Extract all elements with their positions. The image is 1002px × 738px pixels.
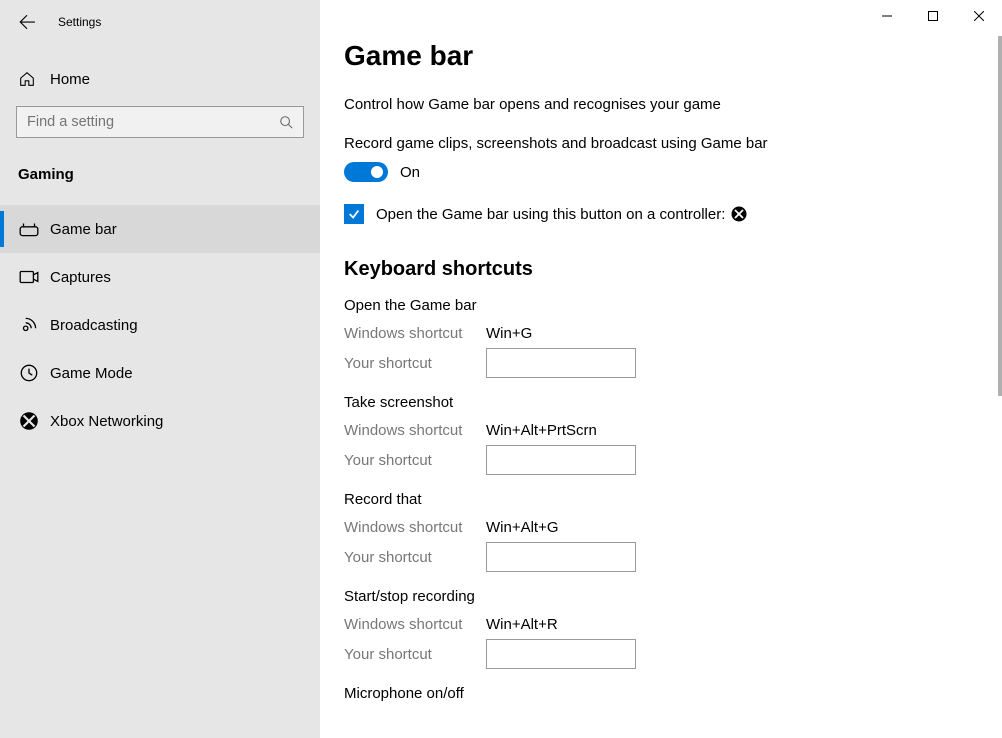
page-title: Game bar xyxy=(344,40,1002,72)
game-mode-icon xyxy=(18,362,40,384)
toggle-row: On xyxy=(344,162,1002,182)
close-button[interactable] xyxy=(956,0,1002,32)
home-icon xyxy=(18,70,36,88)
back-button[interactable] xyxy=(18,13,36,31)
your-shortcut-input[interactable] xyxy=(486,348,636,378)
home-label: Home xyxy=(50,71,90,88)
minimize-button[interactable] xyxy=(864,0,910,32)
shortcut-group: Take screenshot Windows shortcut Win+Alt… xyxy=(344,394,1002,475)
shortcuts-title: Keyboard shortcuts xyxy=(344,258,1002,281)
scrollbar[interactable] xyxy=(998,36,1002,738)
your-shortcut-row: Your shortcut xyxy=(344,445,1002,475)
broadcasting-icon xyxy=(18,314,40,336)
sidebar-item-game-bar[interactable]: Game bar xyxy=(0,205,320,253)
search-box[interactable] xyxy=(16,106,304,138)
your-shortcut-row: Your shortcut xyxy=(344,542,1002,572)
controller-checkbox-row: Open the Game bar using this button on a… xyxy=(344,204,1002,224)
scrollbar-thumb[interactable] xyxy=(998,36,1002,396)
row-label: Windows shortcut xyxy=(344,616,486,633)
windows-shortcut-value: Win+G xyxy=(486,325,532,342)
shortcut-group: Open the Game bar Windows shortcut Win+G… xyxy=(344,297,1002,378)
row-label: Windows shortcut xyxy=(344,422,486,439)
your-shortcut-row: Your shortcut xyxy=(344,639,1002,669)
windows-shortcut-row: Windows shortcut Win+Alt+PrtScrn xyxy=(344,415,1002,445)
window-controls xyxy=(864,0,1002,32)
row-label: Your shortcut xyxy=(344,452,486,469)
your-shortcut-input[interactable] xyxy=(486,445,636,475)
shortcut-name: Start/stop recording xyxy=(344,588,1002,605)
nav-label: Xbox Networking xyxy=(50,413,163,430)
app-title: Settings xyxy=(58,15,101,29)
sidebar-header: Settings xyxy=(0,0,320,44)
controller-checkbox-label: Open the Game bar using this button on a… xyxy=(376,206,747,223)
windows-shortcut-value: Win+Alt+R xyxy=(486,616,558,633)
shortcut-name: Record that xyxy=(344,491,1002,508)
your-shortcut-row: Your shortcut xyxy=(344,348,1002,378)
sidebar-item-broadcasting[interactable]: Broadcasting xyxy=(0,301,320,349)
sidebar-item-xbox-networking[interactable]: Xbox Networking xyxy=(0,397,320,445)
row-label: Windows shortcut xyxy=(344,325,486,342)
xbox-icon xyxy=(18,410,40,432)
nav-label: Game bar xyxy=(50,221,117,238)
row-label: Your shortcut xyxy=(344,549,486,566)
captures-icon xyxy=(18,266,40,288)
windows-shortcut-value: Win+Alt+PrtScrn xyxy=(486,422,597,439)
record-toggle[interactable] xyxy=(344,162,388,182)
checkbox-text: Open the Game bar using this button on a… xyxy=(376,206,725,223)
nav-label: Captures xyxy=(50,269,111,286)
main-content: Game bar Control how Game bar opens and … xyxy=(320,0,1002,738)
nav-label: Game Mode xyxy=(50,365,133,382)
your-shortcut-input[interactable] xyxy=(486,542,636,572)
nav-list: Game bar Captures Broadcasting Game Mode… xyxy=(0,205,320,445)
toggle-knob xyxy=(371,166,383,178)
sidebar: Settings Home Gaming Game bar Captures xyxy=(0,0,320,738)
windows-shortcut-row: Windows shortcut Win+Alt+R xyxy=(344,609,1002,639)
search-icon xyxy=(279,115,293,129)
shortcut-group: Start/stop recording Windows shortcut Wi… xyxy=(344,588,1002,669)
windows-shortcut-row: Windows shortcut Win+Alt+G xyxy=(344,512,1002,542)
category-label: Gaming xyxy=(0,138,320,191)
row-label: Your shortcut xyxy=(344,355,486,372)
your-shortcut-input[interactable] xyxy=(486,639,636,669)
sidebar-item-game-mode[interactable]: Game Mode xyxy=(0,349,320,397)
shortcut-group: Microphone on/off xyxy=(344,685,1002,702)
toggle-state: On xyxy=(400,164,420,181)
row-label: Windows shortcut xyxy=(344,519,486,536)
windows-shortcut-value: Win+Alt+G xyxy=(486,519,559,536)
row-label: Your shortcut xyxy=(344,646,486,663)
xbox-button-icon xyxy=(731,206,747,222)
shortcut-name: Take screenshot xyxy=(344,394,1002,411)
windows-shortcut-row: Windows shortcut Win+G xyxy=(344,318,1002,348)
nav-label: Broadcasting xyxy=(50,317,138,334)
page-description: Control how Game bar opens and recognise… xyxy=(344,96,1002,113)
game-bar-icon xyxy=(18,218,40,240)
shortcuts-list: Open the Game bar Windows shortcut Win+G… xyxy=(344,297,1002,702)
maximize-button[interactable] xyxy=(910,0,956,32)
sidebar-home[interactable]: Home xyxy=(0,58,320,100)
toggle-label: Record game clips, screenshots and broad… xyxy=(344,135,1002,152)
controller-checkbox[interactable] xyxy=(344,204,364,224)
shortcut-group: Record that Windows shortcut Win+Alt+G Y… xyxy=(344,491,1002,572)
sidebar-item-captures[interactable]: Captures xyxy=(0,253,320,301)
shortcut-name: Microphone on/off xyxy=(344,685,1002,702)
shortcut-name: Open the Game bar xyxy=(344,297,1002,314)
search-input[interactable] xyxy=(27,114,279,130)
